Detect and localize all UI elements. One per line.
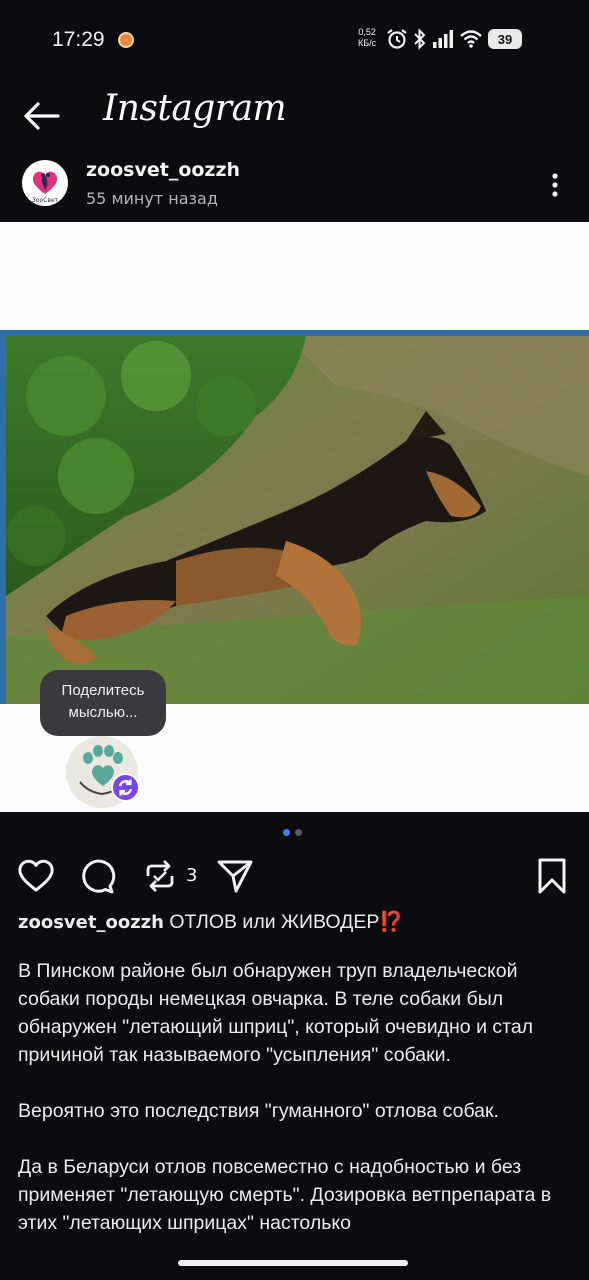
avatar[interactable]: ЗооСвет [22,160,68,206]
post-photo[interactable] [6,336,589,704]
home-indicator[interactable] [178,1260,408,1266]
network-speed: 0,52 КБ/с [358,27,376,49]
signal-icon [433,30,453,48]
avatar-logo: ЗооСвет [32,171,59,204]
post-username[interactable]: zoosvet_oozzh [86,159,240,181]
status-bar: 17:29 0,52 КБ/с 39 [0,0,589,80]
post-caption: zoosvet_oozzh ОТЛОВ или ЖИВОДЕР⁉️ В Пинс… [18,908,573,1265]
caption-username[interactable]: zoosvet_oozzh [18,912,164,933]
bluetooth-icon [414,28,426,50]
share-icon[interactable] [215,856,255,896]
alarm-icon [387,29,407,49]
comment-icon[interactable] [77,856,117,896]
share-prompt-line1: Поделитесь [61,682,145,699]
more-options-icon[interactable] [543,170,567,200]
heart-icon[interactable] [16,856,56,896]
status-time: 17:29 [52,28,105,51]
story-badge [111,773,140,802]
carousel-dot-active [283,829,290,836]
network-speed-value: 0,52 [358,27,376,37]
carousel-dot [295,829,302,836]
back-arrow-icon[interactable] [22,98,62,134]
caption-headline: ОТЛОВ или ЖИВОДЕР⁉️ [169,911,404,933]
photo-frame [0,330,589,704]
bookmark-icon[interactable] [532,856,572,896]
action-bar: 3 [0,852,589,900]
app-title: Instagram [103,88,287,129]
caption-paragraph-3: Да в Беларуси отлов повсеместно с надобн… [18,1156,552,1234]
battery-icon: 39 [488,29,522,49]
app-header: Instagram [0,84,589,146]
wifi-icon [460,30,482,48]
refresh-icon [118,779,133,796]
notification-icon [118,32,134,48]
post-time: 55 минут назад [86,189,218,208]
share-thought-bubble[interactable]: Поделитесь мыслью... [40,670,166,736]
repost-count: 3 [186,865,198,886]
post-media[interactable]: Поделитесь мыслью... [0,222,589,812]
caption-paragraph-2: Вероятно это последствия "гуманного" отл… [18,1100,499,1122]
caption-paragraph-1: В Пинском районе был обнаружен труп влад… [18,960,534,1066]
svg-text:ЗооСвет: ЗооСвет [32,197,59,204]
repost-icon[interactable] [140,856,180,896]
post-header: ЗооСвет zoosvet_oozzh 55 минут назад [0,150,589,220]
caption-headline-line: zoosvet_oozzh ОТЛОВ или ЖИВОДЕР⁉️ [18,908,573,937]
network-speed-unit: КБ/с [358,38,377,48]
carousel-indicator [283,829,302,836]
share-prompt-line2: мыслью... [68,704,138,721]
status-icons: 39 [386,26,522,52]
